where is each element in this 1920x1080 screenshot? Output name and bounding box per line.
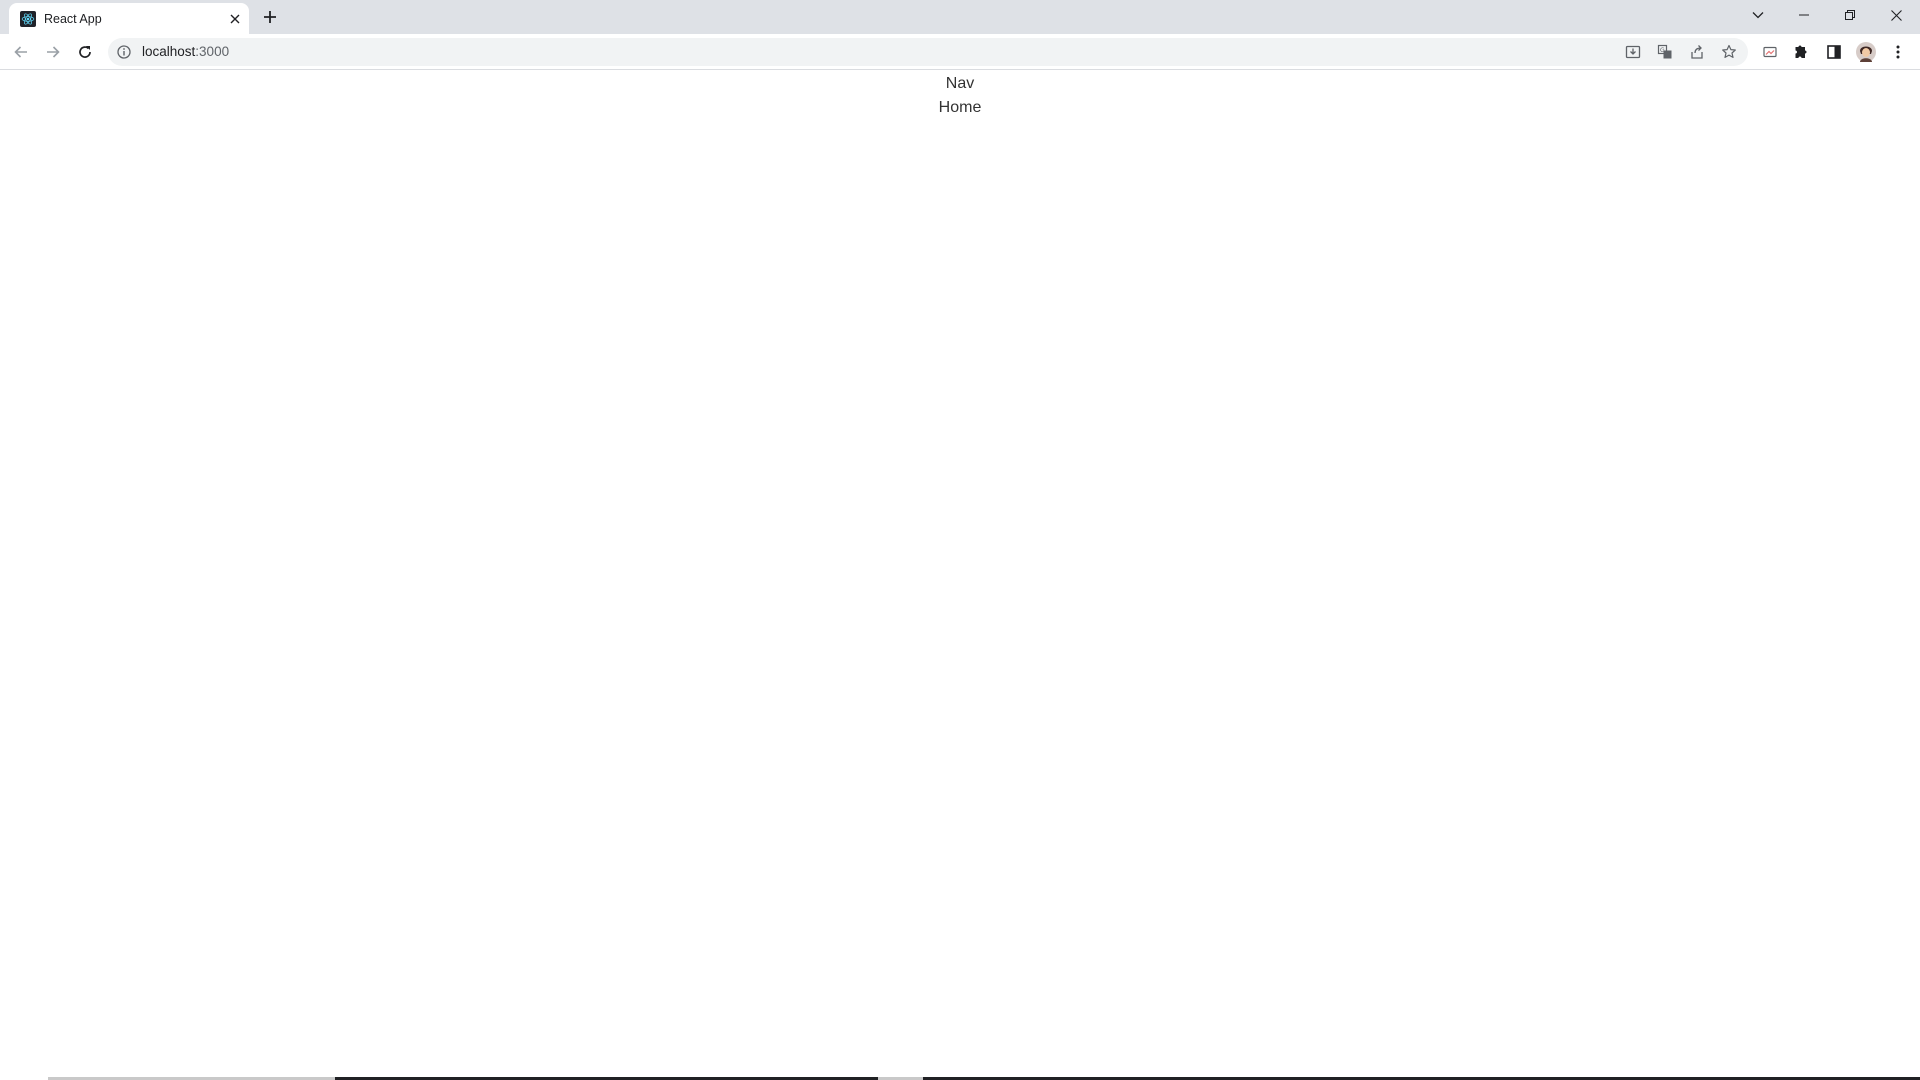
minimize-icon[interactable] xyxy=(1781,0,1827,30)
react-icon xyxy=(20,11,36,27)
url-host: localhost xyxy=(142,44,196,59)
restore-icon[interactable] xyxy=(1827,0,1873,30)
side-panel-icon[interactable] xyxy=(1820,38,1848,66)
profile-avatar[interactable] xyxy=(1852,38,1880,66)
forward-icon[interactable] xyxy=(39,38,67,66)
url-port: :3000 xyxy=(195,44,230,59)
tab-close-icon[interactable] xyxy=(227,11,243,27)
plus-icon[interactable] xyxy=(259,6,281,28)
back-icon[interactable] xyxy=(7,38,35,66)
site-info-icon[interactable] xyxy=(116,44,132,60)
extensions-icon[interactable] xyxy=(1788,38,1816,66)
tab-react-app[interactable]: React App xyxy=(9,3,249,34)
page-viewport: Nav Home xyxy=(0,70,1920,1080)
share-icon[interactable] xyxy=(1687,42,1707,62)
svg-text:G: G xyxy=(1660,47,1665,54)
tab-strip: React App xyxy=(0,0,1920,34)
media-cast-icon[interactable] xyxy=(1756,38,1784,66)
reload-icon[interactable] xyxy=(71,38,99,66)
install-app-icon[interactable] xyxy=(1623,42,1643,62)
nav-heading: Nav xyxy=(945,75,975,92)
home-heading: Home xyxy=(938,99,982,116)
browser-window: React App localhost:3000 G Nav Home xyxy=(0,0,1920,1080)
browser-toolbar: localhost:3000 G xyxy=(0,34,1920,70)
address-bar[interactable]: localhost:3000 G xyxy=(108,38,1748,66)
translate-icon[interactable]: G xyxy=(1655,42,1675,62)
chevron-down-icon[interactable] xyxy=(1735,0,1781,30)
tab-title: React App xyxy=(44,12,102,26)
bookmark-star-icon[interactable] xyxy=(1719,42,1739,62)
more-menu-icon[interactable] xyxy=(1884,38,1912,66)
url-text[interactable]: localhost:3000 xyxy=(142,44,229,60)
close-icon[interactable] xyxy=(1873,0,1919,30)
